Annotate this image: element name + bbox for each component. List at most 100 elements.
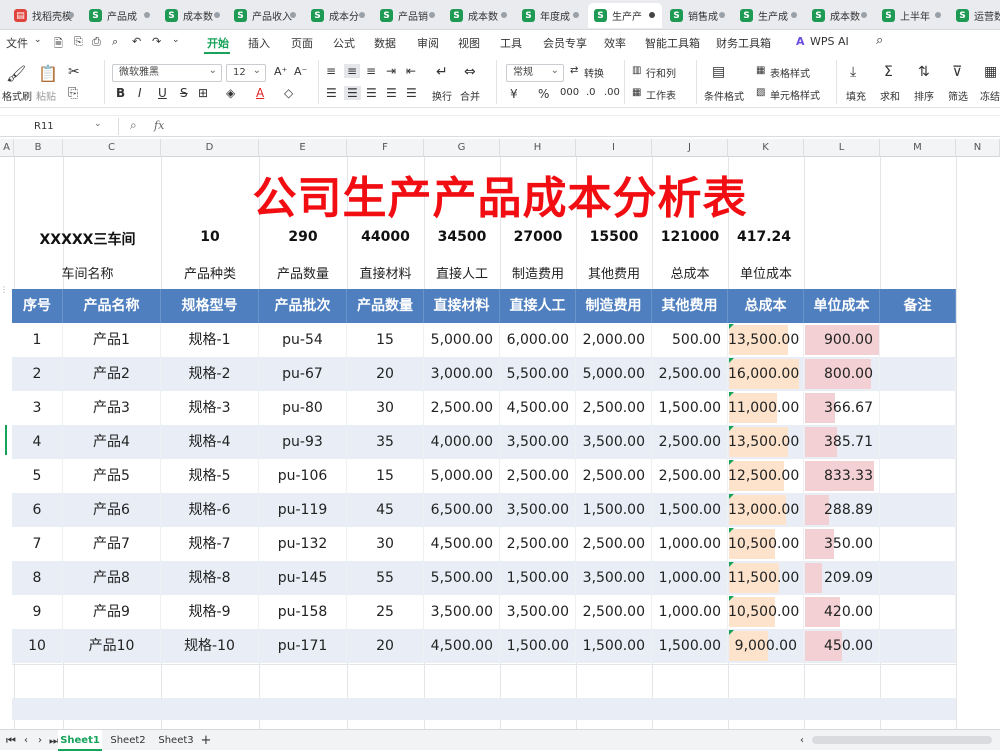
horizontal-scrollbar[interactable]: [812, 736, 992, 744]
table-cell[interactable]: pu-93: [259, 425, 347, 459]
close-tab-icon[interactable]: [359, 12, 365, 18]
table-cell[interactable]: 2: [12, 357, 63, 391]
table-cell[interactable]: 规格-3: [161, 391, 259, 425]
table-cell[interactable]: 4: [12, 425, 63, 459]
filter-button[interactable]: 筛选: [948, 88, 968, 103]
table-cell[interactable]: 13,500.00: [728, 425, 804, 459]
table-row[interactable]: 8 产品8 规格-8 pu-145 55 5,500.00 1,500.00 3,500.00…: [12, 561, 956, 595]
table-cell[interactable]: 2,500.00: [576, 527, 652, 561]
format-painter-button[interactable]: 格式刷: [2, 88, 32, 103]
merge-icon[interactable]: ⇔: [464, 64, 476, 80]
table-cell[interactable]: 9,000.00: [728, 629, 804, 663]
increase-decimal-icon[interactable]: .0: [586, 87, 596, 98]
file-tab[interactable]: S 生产产: [588, 3, 662, 28]
sum-button[interactable]: 求和: [880, 88, 900, 103]
close-tab-icon[interactable]: [719, 12, 725, 18]
table-cell[interactable]: 1,500.00: [500, 629, 576, 663]
column-header[interactable]: F: [347, 139, 424, 157]
close-tab-icon[interactable]: [429, 12, 435, 18]
table-row[interactable]: 4 产品4 规格-4 pu-93 35 4,000.00 3,500.00 3,500.00 2…: [12, 425, 956, 459]
table-cell[interactable]: 1,500.00: [652, 493, 728, 527]
increase-font-icon[interactable]: A⁺: [274, 65, 287, 78]
conditional-format-button[interactable]: 条件格式: [704, 88, 744, 103]
column-header[interactable]: N: [956, 139, 1000, 157]
table-cell[interactable]: 产品9: [63, 595, 161, 629]
file-tab[interactable]: S 运营数: [950, 3, 1000, 28]
align-right-icon[interactable]: ☰: [366, 86, 377, 100]
table-cell[interactable]: 产品5: [63, 459, 161, 493]
table-cell[interactable]: 833.33: [804, 459, 880, 493]
close-tab-icon[interactable]: [68, 12, 74, 18]
column-heading[interactable]: 规格型号: [161, 289, 259, 323]
table-cell[interactable]: 2,500.00: [576, 459, 652, 493]
table-cell[interactable]: 2,500.00: [652, 425, 728, 459]
table-cell[interactable]: 产品3: [63, 391, 161, 425]
menu-tab[interactable]: 效率: [604, 35, 626, 51]
file-tab[interactable]: S 销售成: [664, 3, 732, 28]
table-cell[interactable]: 30: [347, 527, 424, 561]
conditional-format-icon[interactable]: ▤: [712, 64, 725, 80]
table-cell[interactable]: 1,000.00: [652, 561, 728, 595]
table-cell[interactable]: 2,500.00: [500, 459, 576, 493]
table-cell[interactable]: 8: [12, 561, 63, 595]
column-heading[interactable]: 产品名称: [63, 289, 161, 323]
table-cell[interactable]: [880, 493, 956, 527]
table-cell[interactable]: pu-171: [259, 629, 347, 663]
underline-icon[interactable]: U: [158, 86, 167, 100]
close-tab-icon[interactable]: [861, 12, 867, 18]
menu-tab[interactable]: 会员专享: [543, 35, 587, 51]
thousands-icon[interactable]: 000: [560, 87, 579, 98]
table-cell[interactable]: 4,000.00: [424, 425, 500, 459]
table-cell[interactable]: 2,500.00: [576, 595, 652, 629]
sheet-tab[interactable]: Sheet2: [106, 730, 150, 751]
table-cell[interactable]: 5,500.00: [424, 561, 500, 595]
table-cell[interactable]: 规格-9: [161, 595, 259, 629]
table-cell[interactable]: 3,500.00: [576, 561, 652, 595]
menu-tab[interactable]: 财务工具箱: [716, 35, 771, 51]
freeze-icon[interactable]: ▦: [984, 64, 997, 80]
column-header[interactable]: D: [161, 139, 259, 157]
table-cell[interactable]: 6: [12, 493, 63, 527]
table-cell[interactable]: 规格-6: [161, 493, 259, 527]
table-cell[interactable]: 6,000.00: [500, 323, 576, 357]
wrap-icon[interactable]: ↵: [436, 64, 448, 80]
decrease-font-icon[interactable]: A⁻: [294, 65, 307, 78]
sheet-tab[interactable]: Sheet1: [58, 730, 102, 751]
table-style-button[interactable]: 表格样式: [770, 65, 810, 80]
menu-tab[interactable]: 页面: [291, 35, 313, 51]
font-size-select[interactable]: 12: [226, 63, 266, 82]
column-heading[interactable]: 总成本: [728, 289, 804, 323]
table-cell[interactable]: 产品6: [63, 493, 161, 527]
table-cell[interactable]: 2,500.00: [652, 459, 728, 493]
merge-button[interactable]: 合并: [460, 88, 480, 103]
table-cell[interactable]: 45: [347, 493, 424, 527]
table-cell[interactable]: 产品8: [63, 561, 161, 595]
table-cell[interactable]: 2,500.00: [424, 391, 500, 425]
close-tab-icon[interactable]: [214, 12, 220, 18]
cell-style-icon[interactable]: ▧: [756, 87, 769, 98]
column-heading[interactable]: 其他费用: [652, 289, 728, 323]
table-cell[interactable]: 4,500.00: [424, 527, 500, 561]
table-cell[interactable]: 4,500.00: [424, 629, 500, 663]
column-heading[interactable]: 备注: [880, 289, 956, 323]
table-cell[interactable]: [880, 629, 956, 663]
justify-icon[interactable]: ☰: [386, 86, 397, 100]
table-cell[interactable]: 5,000.00: [424, 323, 500, 357]
distribute-icon[interactable]: ☰: [406, 86, 417, 100]
table-cell[interactable]: 10: [12, 629, 63, 663]
first-sheet-icon[interactable]: ⏮: [4, 730, 18, 751]
more-chevron-icon[interactable]: ⌄: [172, 35, 180, 45]
file-tab[interactable]: S 成本数: [806, 3, 874, 28]
table-row[interactable]: 7 产品7 规格-7 pu-132 30 4,500.00 2,500.00 2,500.00…: [12, 527, 956, 561]
menu-tab[interactable]: 开始: [207, 35, 229, 51]
wrap-button[interactable]: 换行: [432, 88, 452, 103]
table-cell[interactable]: pu-119: [259, 493, 347, 527]
menu-tab[interactable]: 公式: [333, 35, 355, 51]
table-cell[interactable]: 3,500.00: [500, 425, 576, 459]
fill-color-icon[interactable]: ◈: [226, 86, 235, 100]
table-cell[interactable]: 12,500.00: [728, 459, 804, 493]
outdent-icon[interactable]: ⇤: [406, 64, 416, 78]
table-cell[interactable]: 3,500.00: [500, 595, 576, 629]
table-cell[interactable]: 20: [347, 357, 424, 391]
table-cell[interactable]: pu-158: [259, 595, 347, 629]
